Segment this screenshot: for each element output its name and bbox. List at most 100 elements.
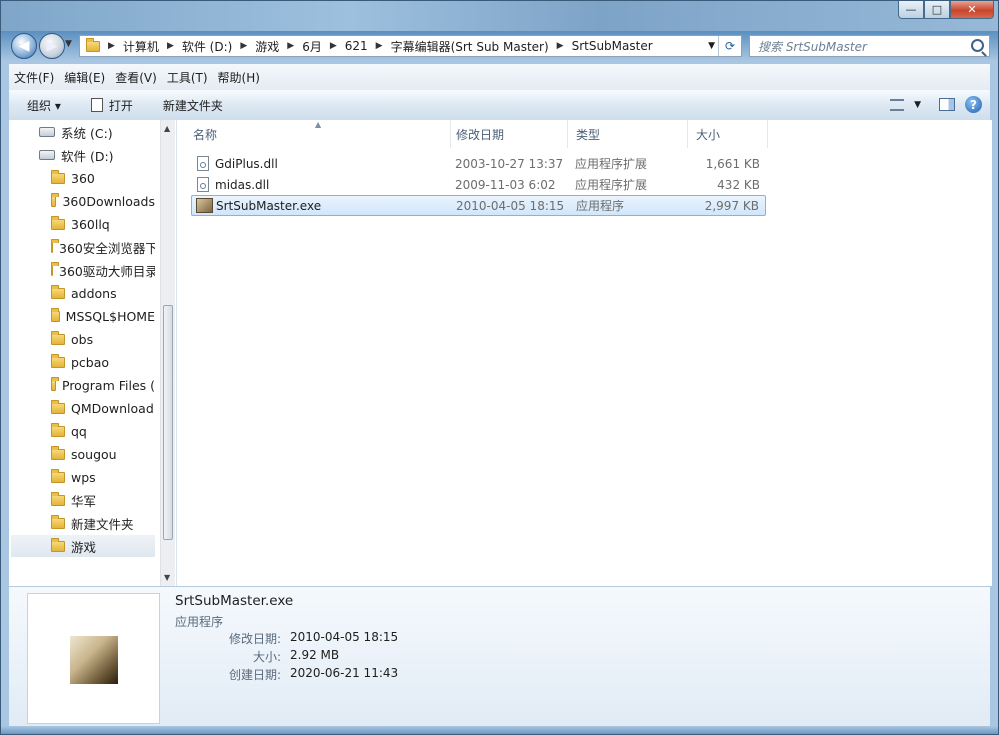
- column-header-modified[interactable]: 修改日期: [448, 120, 568, 148]
- column-header-size[interactable]: 大小: [688, 120, 768, 148]
- chevron-right-icon[interactable]: ▶: [553, 41, 568, 51]
- help-icon[interactable]: ?: [965, 96, 982, 113]
- tree-item-label: MSSQL$HOME: [65, 308, 155, 324]
- tree-item-label: QMDownload: [71, 400, 154, 416]
- tree-item-label: 360安全浏览器下: [59, 240, 155, 256]
- tree-item[interactable]: sougou: [11, 443, 155, 465]
- breadcrumb-drive-d[interactable]: 软件 (D:): [178, 36, 236, 56]
- preview-pane-icon[interactable]: [939, 98, 955, 111]
- open-button[interactable]: 打开: [71, 97, 143, 114]
- tree-item[interactable]: MSSQL$HOME: [11, 305, 155, 327]
- close-button[interactable]: ✕: [950, 1, 994, 19]
- new-folder-button[interactable]: 新建文件夹: [143, 97, 233, 114]
- view-options-icon[interactable]: [890, 98, 905, 111]
- folder-icon: [51, 284, 65, 299]
- maximize-button[interactable]: □: [924, 1, 950, 19]
- chevron-right-icon[interactable]: ▶: [163, 41, 178, 51]
- file-size: 1,661 KB: [705, 156, 760, 171]
- chevron-right-icon[interactable]: ▶: [372, 41, 387, 51]
- tree-item[interactable]: wps: [11, 466, 155, 488]
- file-type: 应用程序扩展: [575, 178, 648, 192]
- tree-item-label: 游戏: [71, 539, 97, 555]
- tree-item-label: qq: [71, 423, 87, 439]
- details-size-label: 大小:: [252, 650, 281, 664]
- details-file-type: 应用程序: [175, 615, 224, 629]
- menu-view[interactable]: 查看(V): [110, 69, 162, 86]
- window-bottom-border: [1, 726, 998, 734]
- tree-item[interactable]: 游戏: [11, 535, 155, 557]
- search-input[interactable]: 搜索 SrtSubMaster: [749, 35, 990, 57]
- tree-item[interactable]: QMDownload: [11, 397, 155, 419]
- column-header-type[interactable]: 类型: [568, 120, 688, 148]
- details-modified-label: 修改日期:: [228, 632, 281, 646]
- breadcrumb-computer[interactable]: 计算机: [119, 36, 163, 56]
- recent-pages-dropdown[interactable]: ▼: [65, 39, 72, 49]
- file-thumbnail: [27, 593, 160, 724]
- tree-item[interactable]: qq: [11, 420, 155, 442]
- file-row[interactable]: SrtSubMaster.exe 2010-04-05 18:15 应用程序 2,99…: [191, 195, 766, 216]
- tree-item[interactable]: 新建文件夹: [11, 512, 155, 534]
- chevron-right-icon[interactable]: ▶: [236, 41, 251, 51]
- folder-icon: [51, 422, 65, 437]
- sort-ascending-icon: ▲: [315, 120, 322, 129]
- tree-item[interactable]: 360: [11, 167, 155, 189]
- tree-item[interactable]: 系统 (C:): [11, 121, 155, 143]
- navigation-scrollbar[interactable]: ▲ ▼: [160, 120, 175, 586]
- details-file-name: SrtSubMaster.exe: [175, 593, 294, 609]
- scroll-down-icon[interactable]: ▼: [164, 573, 170, 582]
- dll-file-icon: [197, 177, 209, 192]
- breadcrumb-june[interactable]: 6月: [298, 36, 326, 56]
- folder-icon: [51, 376, 59, 391]
- tree-item[interactable]: addons: [11, 282, 155, 304]
- chevron-right-icon[interactable]: ▶: [326, 41, 341, 51]
- back-arrow-icon: ◀: [18, 38, 30, 54]
- tree-item[interactable]: 360驱动大师目录: [11, 259, 155, 281]
- breadcrumb-621[interactable]: 621: [341, 36, 372, 56]
- tree-item[interactable]: 软件 (D:): [11, 144, 155, 166]
- scrollbar-thumb[interactable]: [163, 305, 173, 540]
- back-button[interactable]: ◀: [11, 33, 37, 59]
- menu-file[interactable]: 文件(F): [9, 69, 59, 86]
- breadcrumb-srtsubmaster[interactable]: SrtSubMaster: [568, 36, 657, 56]
- minimize-button[interactable]: —: [898, 1, 924, 19]
- file-name: midas.dll: [215, 177, 270, 192]
- menu-tools[interactable]: 工具(T): [162, 69, 213, 86]
- folder-icon: [51, 491, 65, 506]
- file-row[interactable]: GdiPlus.dll 2003-10-27 13:37 应用程序扩展 1,661 K…: [191, 153, 766, 174]
- tree-item[interactable]: Program Files (: [11, 374, 155, 396]
- menu-bar: 文件(F) 编辑(E) 查看(V) 工具(T) 帮助(H): [9, 64, 990, 91]
- chevron-right-icon[interactable]: ▶: [104, 41, 119, 51]
- refresh-icon[interactable]: ⟳: [718, 36, 741, 56]
- folder-icon: [51, 537, 65, 552]
- folder-icon: [51, 215, 65, 230]
- menu-edit[interactable]: 编辑(E): [59, 69, 110, 86]
- menu-help[interactable]: 帮助(H): [213, 69, 265, 86]
- tree-item-label: 360: [71, 170, 95, 186]
- tree-item[interactable]: 华军: [11, 489, 155, 511]
- file-type: 应用程序: [576, 199, 625, 213]
- tree-item[interactable]: obs: [11, 328, 155, 350]
- view-dropdown-icon[interactable]: ▼: [914, 100, 921, 110]
- tree-item[interactable]: 360llq: [11, 213, 155, 235]
- title-bar[interactable]: — □ ✕: [1, 1, 998, 31]
- chevron-right-icon[interactable]: ▶: [283, 41, 298, 51]
- tree-item-label: obs: [71, 331, 94, 347]
- tree-item-label: addons: [71, 285, 117, 301]
- breadcrumb-games[interactable]: 游戏: [251, 36, 283, 56]
- address-dropdown-icon[interactable]: ▼: [708, 41, 715, 51]
- tree-item[interactable]: 360安全浏览器下: [11, 236, 155, 258]
- address-bar[interactable]: ▶ 计算机 ▶ 软件 (D:) ▶ 游戏 ▶ 6月 ▶ 621 ▶ 字幕编辑器(…: [79, 35, 742, 57]
- file-row[interactable]: midas.dll 2009-11-03 6:02 应用程序扩展 432 KB: [191, 174, 766, 195]
- tree-item[interactable]: pcbao: [11, 351, 155, 373]
- tree-item[interactable]: 360Downloads: [11, 190, 155, 212]
- caption-buttons: — □ ✕: [898, 1, 994, 19]
- forward-button[interactable]: ▶: [39, 33, 65, 59]
- breadcrumb-subtitle-editor[interactable]: 字幕编辑器(Srt Sub Master): [387, 36, 553, 56]
- search-icon[interactable]: [971, 39, 984, 52]
- dll-file-icon: [197, 156, 209, 171]
- scroll-up-icon[interactable]: ▲: [164, 124, 170, 133]
- drive-icon: [39, 127, 55, 137]
- file-type: 应用程序扩展: [575, 157, 648, 171]
- drive-icon: [39, 150, 55, 160]
- organize-button[interactable]: 组织 ▾: [9, 97, 71, 114]
